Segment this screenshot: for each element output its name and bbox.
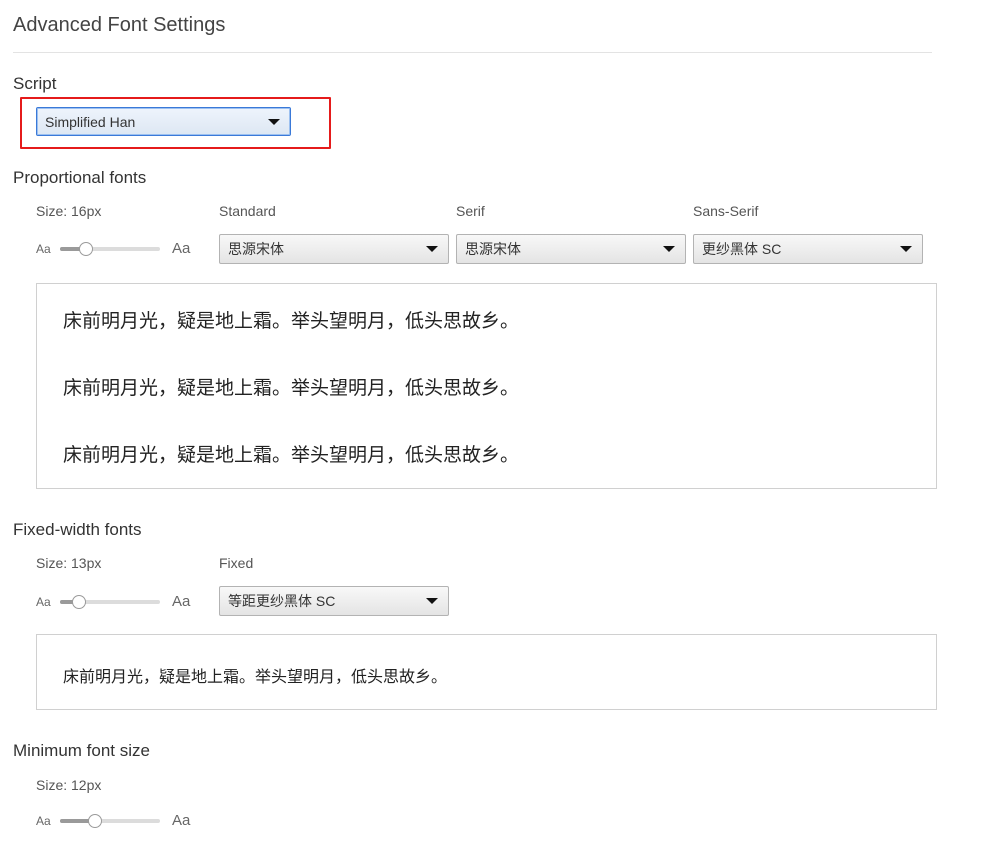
- script-select[interactable]: Simplified Han: [36, 107, 291, 136]
- fixed-width-fonts-heading: Fixed-width fonts: [13, 520, 142, 539]
- proportional-size-label: Size: 16px: [36, 203, 102, 219]
- chevron-down-icon: [663, 246, 675, 252]
- slider-min-label: Aa: [36, 814, 51, 828]
- preview-serif-text: 床前明月光，疑是地上霜。举头望明月，低头思故乡。: [63, 377, 520, 399]
- slider-min-label: Aa: [36, 242, 51, 256]
- minimum-size-label: Size: 12px: [36, 777, 102, 793]
- sans-serif-label: Sans-Serif: [693, 203, 759, 219]
- slider-thumb[interactable]: [79, 242, 93, 256]
- fixed-preview: 床前明月光，疑是地上霜。举头望明月，低头思故乡。: [36, 634, 937, 710]
- serif-font-value: 思源宋体: [465, 241, 521, 257]
- standard-font-select[interactable]: 思源宋体: [219, 234, 449, 264]
- proportional-size-slider[interactable]: [60, 247, 160, 251]
- fixed-font-value: 等距更纱黑体 SC: [228, 593, 336, 609]
- slider-max-label: Aa: [172, 240, 191, 257]
- chevron-down-icon: [426, 246, 438, 252]
- fixed-size-label: Size: 13px: [36, 555, 102, 571]
- fixed-font-select[interactable]: 等距更纱黑体 SC: [219, 586, 449, 616]
- page-title: Advanced Font Settings: [13, 14, 226, 36]
- chevron-down-icon: [900, 246, 912, 252]
- slider-max-label: Aa: [172, 812, 191, 829]
- serif-font-select[interactable]: 思源宋体: [456, 234, 686, 264]
- standard-label: Standard: [219, 203, 276, 219]
- standard-font-value: 思源宋体: [228, 241, 284, 257]
- sans-serif-font-value: 更纱黑体 SC: [702, 241, 782, 257]
- minimum-font-size-heading: Minimum font size: [13, 741, 150, 760]
- preview-sans-serif-text: 床前明月光，疑是地上霜。举头望明月，低头思故乡。: [63, 444, 520, 466]
- proportional-preview: 床前明月光，疑是地上霜。举头望明月，低头思故乡。 床前明月光，疑是地上霜。举头望…: [36, 283, 937, 489]
- serif-label: Serif: [456, 203, 485, 219]
- sans-serif-font-select[interactable]: 更纱黑体 SC: [693, 234, 923, 264]
- preview-standard-text: 床前明月光，疑是地上霜。举头望明月，低头思故乡。: [63, 310, 520, 332]
- minimum-size-slider[interactable]: [60, 819, 160, 823]
- slider-thumb[interactable]: [72, 595, 86, 609]
- preview-fixed-text: 床前明月光，疑是地上霜。举头望明月，低头思故乡。: [63, 667, 448, 686]
- title-divider: [13, 52, 932, 53]
- proportional-fonts-heading: Proportional fonts: [13, 168, 147, 187]
- script-select-value: Simplified Han: [45, 113, 136, 130]
- fixed-label: Fixed: [219, 555, 254, 571]
- chevron-down-icon: [268, 118, 280, 125]
- slider-min-label: Aa: [36, 595, 51, 609]
- script-label: Script: [13, 74, 57, 93]
- slider-max-label: Aa: [172, 593, 191, 610]
- chevron-down-icon: [426, 598, 438, 604]
- slider-thumb[interactable]: [88, 814, 102, 828]
